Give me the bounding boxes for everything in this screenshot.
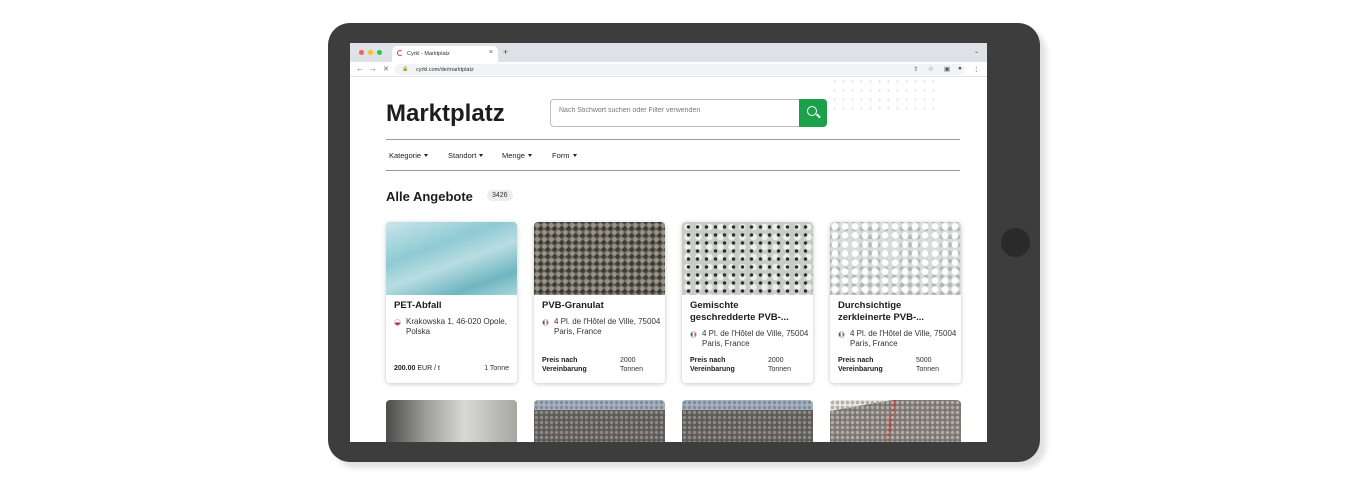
tab-close-icon[interactable]: × [489, 49, 493, 56]
lock-icon: 🔒 [402, 66, 409, 72]
offer-price: Preis nach Vereinbarung [838, 357, 883, 373]
poland-flag-icon [394, 319, 401, 326]
offer-title: Gemischte geschredderte PVB-... [690, 300, 789, 323]
offer-card[interactable]: PET-Abfall Krakowska 1, 46-020 Opole, Po… [386, 222, 517, 383]
search-input[interactable] [559, 107, 789, 114]
browser-menu-icon[interactable]: ⋮ [973, 65, 980, 73]
filter-form[interactable]: Form [552, 151, 577, 160]
offer-card-partial[interactable] [830, 400, 961, 442]
tab-strip: Cyrkl - Marktplatz × + ⌄ [350, 43, 987, 62]
offer-quantity: 2000 Tonnen [620, 357, 643, 373]
window-close-button[interactable] [359, 50, 364, 55]
back-arrow-icon[interactable]: ← [356, 64, 364, 73]
forward-arrow-icon[interactable]: → [369, 64, 377, 73]
offer-card[interactable]: PVB-Granulat 4 Pl. de l'Hôtel de Ville, … [534, 222, 665, 383]
decorative-dot-pattern [830, 77, 940, 117]
offer-card[interactable]: Durchsichtige zerkleinerte PVB-... 4 Pl.… [830, 222, 961, 383]
offer-price: Preis nach Vereinbarung [542, 357, 587, 373]
offer-card-partial[interactable] [534, 400, 665, 442]
side-panel-icon[interactable]: ▣ [944, 65, 950, 73]
cyrkl-favicon-icon [397, 50, 403, 56]
caret-down-icon [527, 154, 532, 157]
share-icon[interactable]: ⇧ [913, 65, 918, 73]
page-title: Marktplatz [386, 100, 505, 127]
offer-price: Preis nach Vereinbarung [690, 357, 735, 373]
filter-menge[interactable]: Menge [502, 151, 532, 160]
url-text: cyrkl.com/de/marktplatz [416, 66, 474, 73]
tablet-frame: Cyrkl - Marktplatz × + ⌄ ← → ✕ 🔒 cyrkl.c… [328, 23, 1040, 462]
offer-title: PVB-Granulat [542, 300, 604, 311]
caret-down-icon [479, 154, 484, 157]
divider [386, 170, 960, 171]
offer-image-mixed-pvb [682, 222, 813, 295]
offer-price: 200.00 EUR / t [394, 365, 440, 372]
stop-loading-icon[interactable]: ✕ [383, 65, 389, 73]
address-toolbar: ← → ✕ 🔒 cyrkl.com/de/marktplatz ⇧ ☆ ▣ ● … [350, 62, 987, 77]
offer-address: 4 Pl. de l'Hôtel de Ville, 75004 Paris, … [850, 329, 957, 348]
address-bar[interactable]: 🔒 cyrkl.com/de/marktplatz [395, 64, 965, 75]
browser-tab[interactable]: Cyrkl - Marktplatz × [392, 46, 498, 62]
new-tab-icon[interactable]: + [503, 47, 508, 57]
france-flag-icon [542, 319, 549, 326]
listing-heading: Alle Angebote [386, 189, 473, 204]
home-button [1001, 228, 1030, 257]
france-flag-icon [690, 331, 697, 338]
marketplace-page: Marktplatz Kategorie Standort Menge Form… [350, 77, 987, 442]
offer-card-partial[interactable] [682, 400, 813, 442]
offer-title: Durchsichtige zerkleinerte PVB-... [838, 300, 925, 323]
offer-card[interactable]: Gemischte geschredderte PVB-... 4 Pl. de… [682, 222, 813, 383]
tab-title: Cyrkl - Marktplatz [407, 51, 450, 57]
bookmark-star-icon[interactable]: ☆ [928, 65, 934, 73]
caret-down-icon [572, 154, 577, 157]
offer-image-clear-pvb [830, 222, 961, 295]
caret-down-icon [424, 154, 429, 157]
offer-quantity: 1 Tonne [484, 365, 509, 372]
search-button[interactable] [799, 99, 827, 127]
filter-kategorie[interactable]: Kategorie [389, 151, 429, 160]
offer-title: PET-Abfall [394, 300, 442, 311]
divider [386, 139, 960, 140]
tab-search-chevron-icon[interactable]: ⌄ [974, 48, 979, 55]
offer-quantity: 2000 Tonnen [768, 357, 791, 373]
offer-address: 4 Pl. de l'Hôtel de Ville, 75004 Paris, … [554, 317, 661, 336]
offer-image-pet-waste [386, 222, 517, 295]
profile-avatar-icon[interactable]: ● [958, 65, 962, 72]
window-maximize-button[interactable] [377, 50, 382, 55]
offer-quantity: 5000 Tonnen [916, 357, 939, 373]
offer-card-partial[interactable] [386, 400, 517, 442]
offer-address: 4 Pl. de l'Hôtel de Ville, 75004 Paris, … [702, 329, 809, 348]
browser-window: Cyrkl - Marktplatz × + ⌄ ← → ✕ 🔒 cyrkl.c… [350, 43, 987, 442]
window-minimize-button[interactable] [368, 50, 373, 55]
search-box [550, 99, 827, 127]
offer-image-pvb-granulate [534, 222, 665, 295]
france-flag-icon [838, 331, 845, 338]
listing-count-badge: 3426 [487, 190, 513, 201]
filter-standort[interactable]: Standort [448, 151, 484, 160]
offer-address: Krakowska 1, 46-020 Opole, Polska [406, 317, 507, 336]
